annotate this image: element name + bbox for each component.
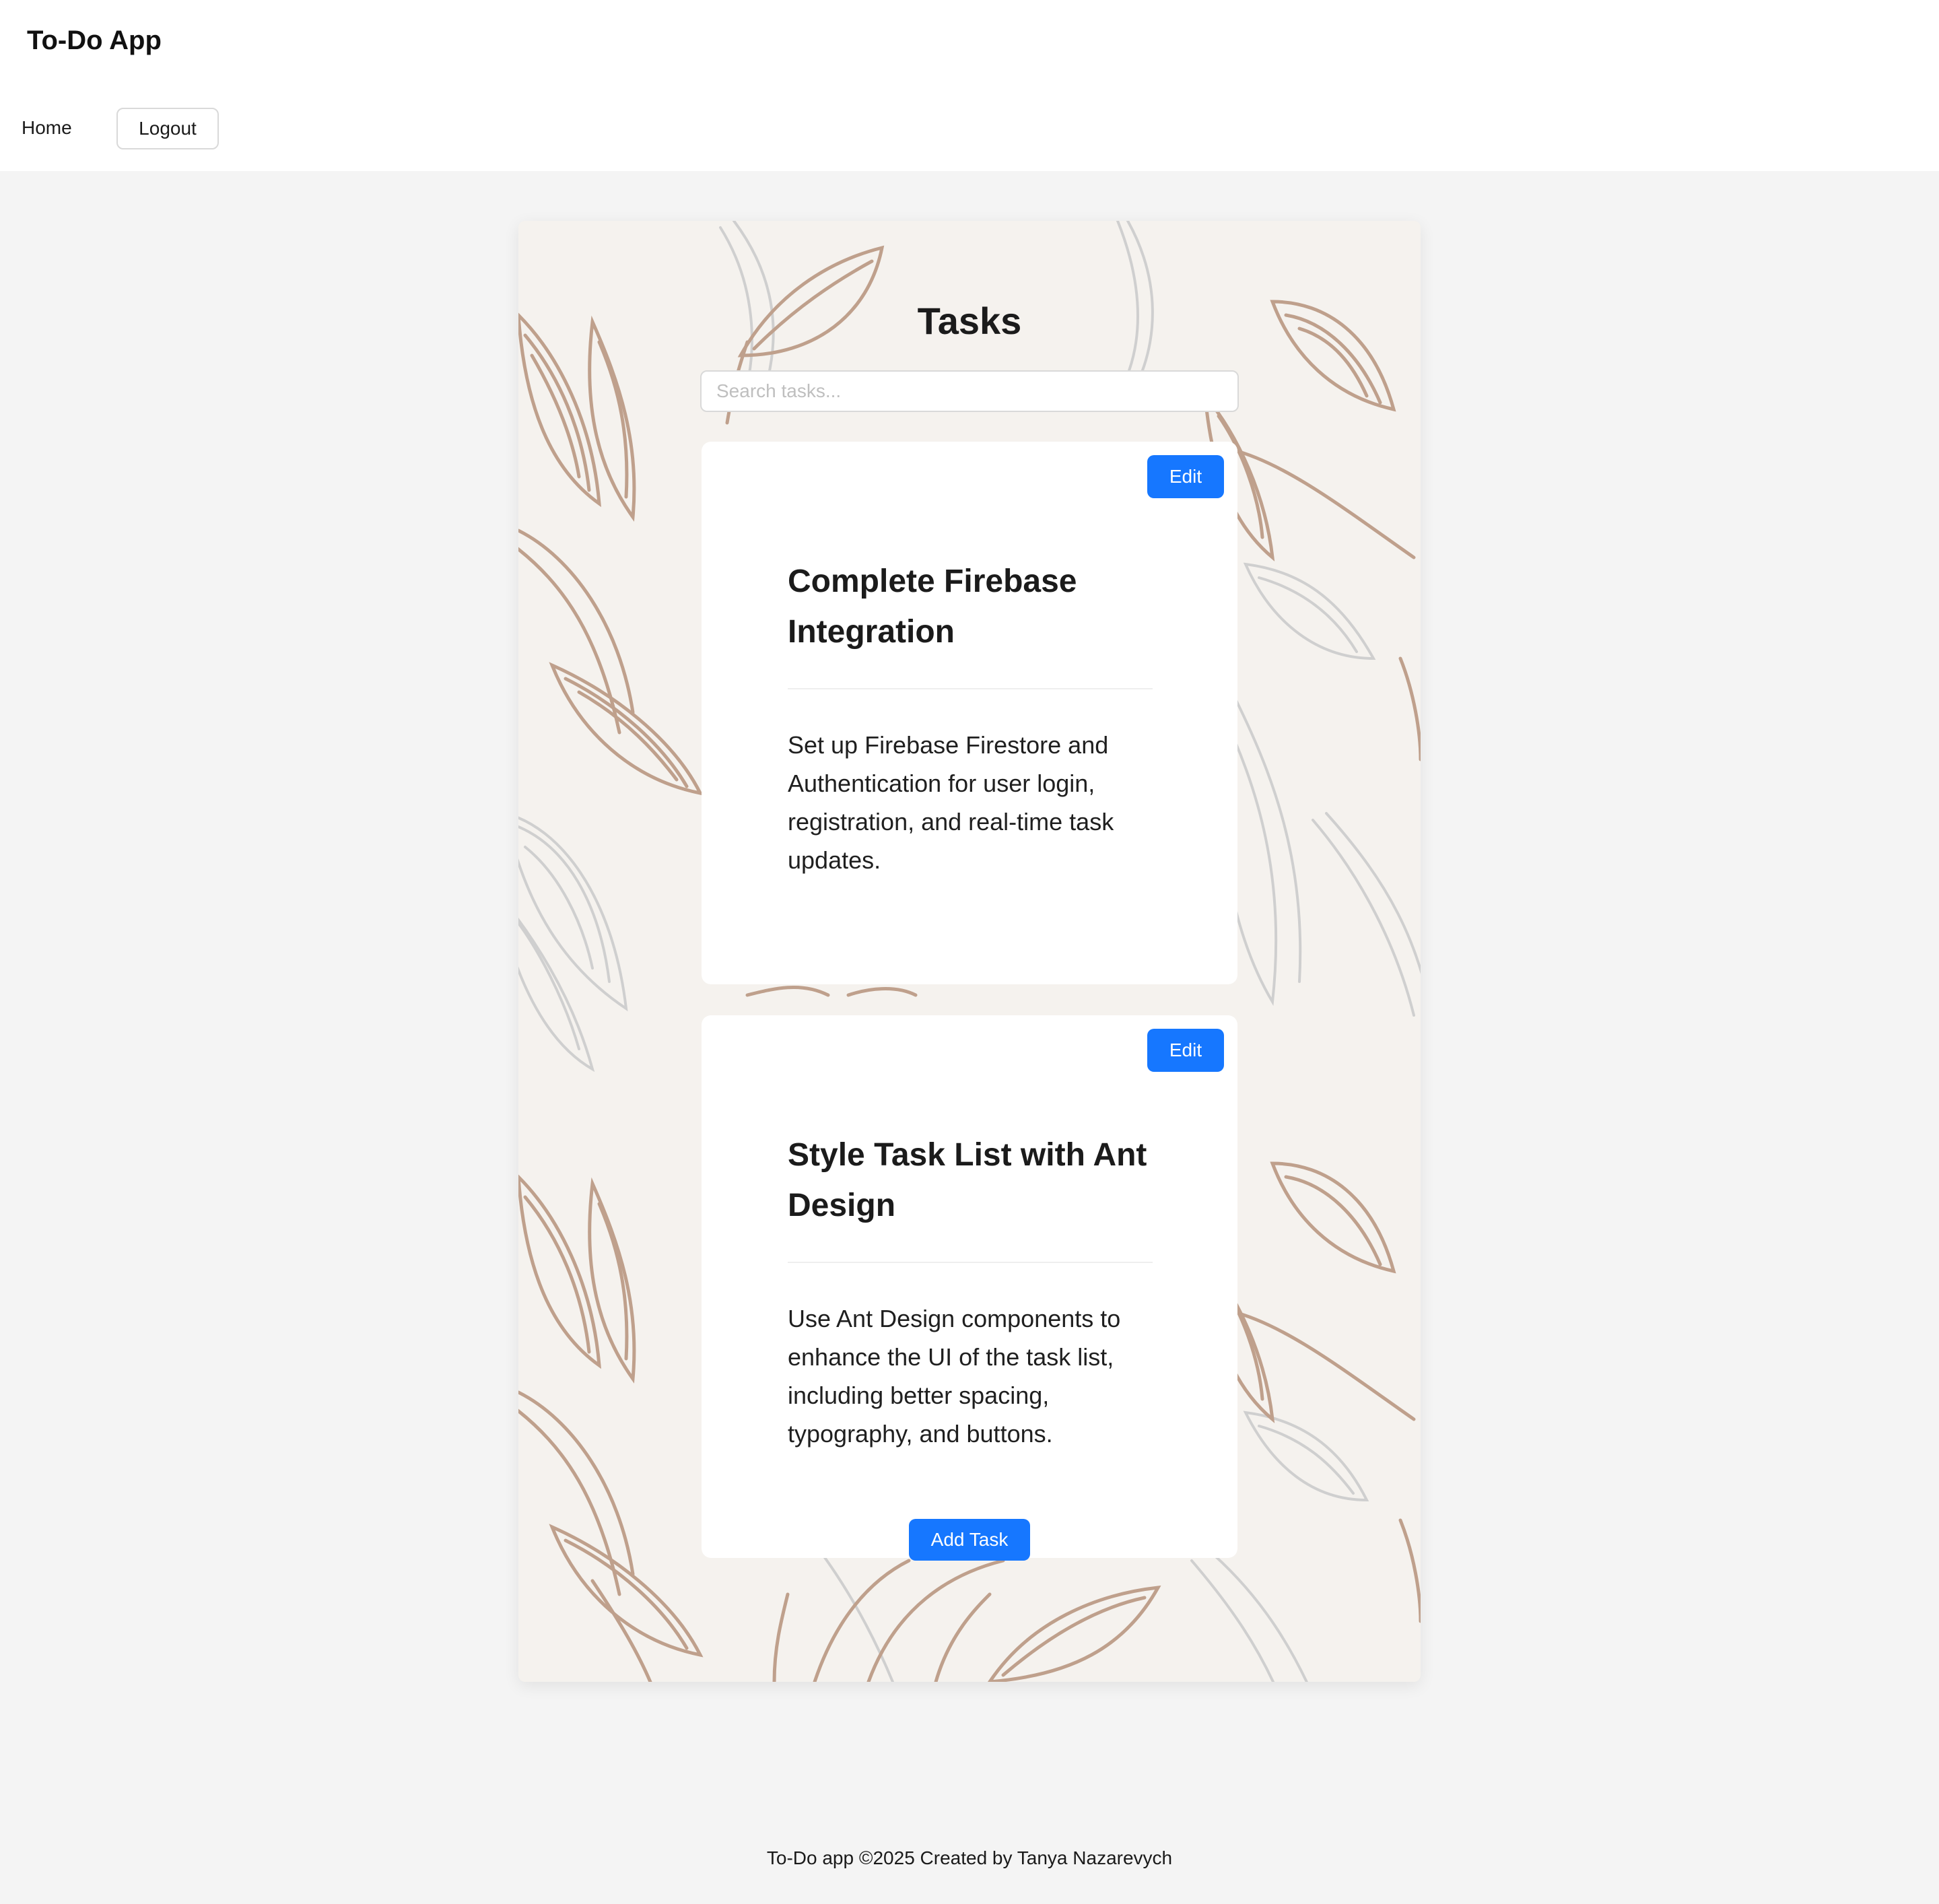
tasks-panel: Tasks Edit Complete Firebase Integration…: [518, 221, 1421, 1682]
search-input[interactable]: [700, 370, 1239, 412]
nav-home-link[interactable]: Home: [22, 117, 72, 139]
task-description: Use Ant Design components to enhance the…: [788, 1305, 1121, 1448]
task-description: Set up Firebase Firestore and Authentica…: [788, 731, 1114, 874]
task-card: Edit Style Task List with Ant Design Use…: [702, 1015, 1237, 1558]
tasks-heading: Tasks: [917, 300, 1022, 342]
footer-text: To-Do app ©2025 Created by Tanya Nazarev…: [766, 1847, 1173, 1868]
task-title: Complete Firebase Integration: [788, 564, 1077, 650]
card-divider: [788, 688, 1153, 689]
app-title: To-Do App: [27, 26, 162, 55]
task-card: Edit Complete Firebase Integration Set u…: [702, 442, 1237, 984]
task-title: Style Task List with Ant Design: [788, 1137, 1147, 1223]
edit-task-button[interactable]: Edit: [1147, 1029, 1224, 1072]
logout-button[interactable]: Logout: [116, 108, 219, 149]
add-task-button[interactable]: Add Task: [909, 1519, 1030, 1561]
edit-task-button[interactable]: Edit: [1147, 455, 1224, 498]
card-divider: [788, 1262, 1153, 1263]
app-header: To-Do App Home Logout: [0, 0, 1939, 171]
